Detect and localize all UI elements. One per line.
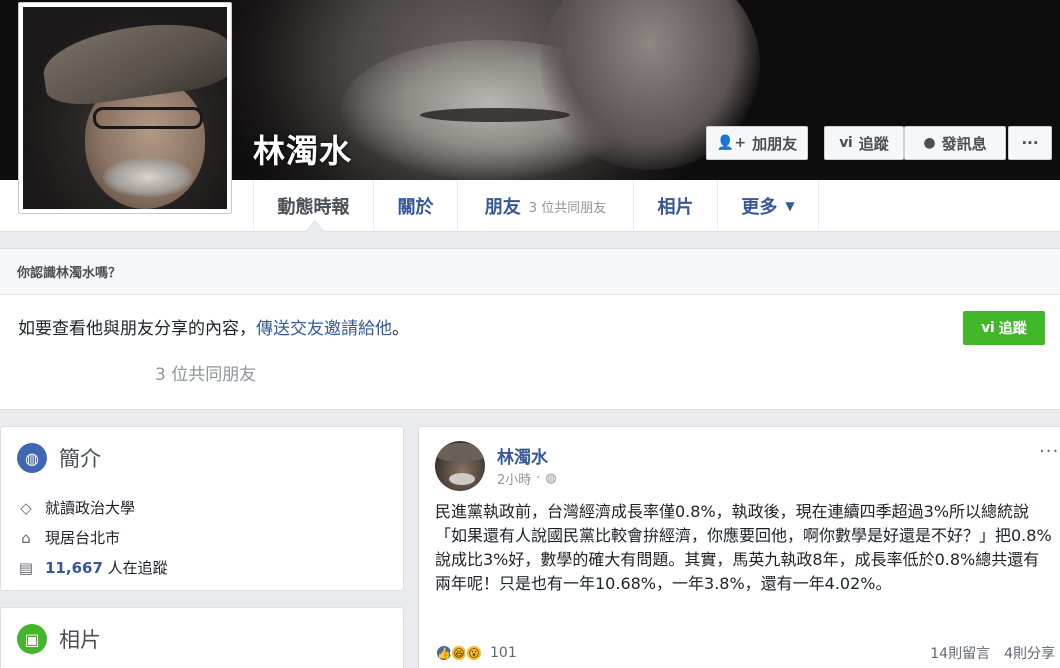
post-card: 林濁水 2小時 · ◍ ··· 民進黨執政前，台灣經濟成長率僅0.8%，執政後，… (418, 426, 1060, 668)
rss-card-icon: ▤ (18, 558, 34, 577)
know-person-box: 你認識林濁水嗎？ 如要查看他與朋友分享的內容，傳送交友邀請給他。 3 位共同朋友… (0, 248, 1060, 410)
photo-icon: ▣ (17, 624, 47, 654)
post-author-name[interactable]: 林濁水 (497, 443, 548, 468)
post-text: 民進黨執政前，台灣經濟成長率僅0.8%，執政後，現在連續四季超過3%所以總統說「… (435, 502, 1052, 593)
more-options-label: ··· (1021, 134, 1039, 152)
tab-more[interactable]: 更多 ▼ (717, 180, 819, 232)
tab-about[interactable]: 關於 (373, 180, 457, 232)
post-avatar-beard-shape (449, 473, 475, 485)
post-timestamp[interactable]: 2小時 (497, 469, 531, 488)
tab-photos-label: 相片 (657, 197, 694, 218)
globe-icon: ◍ (17, 443, 47, 473)
cover-mouth-shape (420, 108, 570, 122)
more-options-button[interactable]: ··· (1008, 126, 1052, 160)
reactions-count[interactable]: 101 (490, 645, 517, 661)
tab-friends-mutual: 3 位共同朋友 (528, 200, 607, 216)
post-avatar-hat-shape (437, 443, 485, 461)
avatar-beard-shape (103, 157, 193, 197)
intro-followers: ▤ 11,667 人在追蹤 (17, 557, 168, 578)
followers-count[interactable]: 11,667 (45, 559, 103, 577)
post-footer: 👍 😆 😮 101 14則留言 4則分享 (435, 639, 1055, 667)
friend-request-prompt: 如要查看他與朋友分享的內容，傳送交友邀請給他。 (18, 314, 409, 339)
person-plus-icon: 👤+ (716, 135, 747, 151)
avatar-hat-shape (39, 14, 227, 110)
residence-text[interactable]: 現居台北市 (45, 527, 120, 548)
add-friend-button[interactable]: 👤+ 加朋友 (706, 126, 808, 160)
mutual-friends-link[interactable]: 3 位共同朋友 (155, 360, 256, 385)
tab-more-label: 更多 (741, 197, 778, 218)
active-tab-marker (305, 220, 325, 232)
shares-count[interactable]: 4則分享 (1004, 643, 1055, 663)
message-button[interactable]: ● 發訊息 (904, 126, 1006, 160)
education-text[interactable]: 就讀政治大學 (45, 497, 135, 518)
intro-residence: ⌂ 現居台北市 (17, 527, 120, 548)
post-options-button[interactable]: ··· (1039, 441, 1059, 462)
rss-icon: ⅵ (839, 135, 853, 151)
dot-separator: · (536, 471, 541, 486)
photos-title[interactable]: ▣ 相片 (17, 624, 101, 654)
house-icon: ⌂ (21, 528, 31, 547)
photos-card: ▣ 相片 (0, 607, 404, 668)
profile-picture-image (23, 7, 227, 209)
intro-title-label: 簡介 (59, 447, 101, 471)
graduation-cap-icon: ◇ (20, 498, 32, 517)
tab-timeline-label: 動態時報 (277, 197, 350, 218)
tab-friends[interactable]: 朋友 3 位共同朋友 (457, 180, 633, 232)
intro-card: ◍ 簡介 ◇ 就讀政治大學 ⌂ 現居台北市 ▤ 11,667 人在追蹤 (0, 426, 404, 591)
caret-down-icon: ▼ (785, 199, 795, 213)
profile-picture[interactable] (18, 2, 232, 214)
comments-count[interactable]: 14則留言 (930, 643, 990, 663)
follow-green-label: 追蹤 (998, 321, 1027, 337)
messenger-icon: ● (923, 135, 936, 151)
know-person-title: 你認識林濁水嗎？ (0, 249, 1060, 295)
follow-label: 追蹤 (858, 134, 889, 153)
intro-title: ◍ 簡介 (17, 443, 101, 473)
avatar-glasses-shape (93, 107, 203, 129)
photos-title-label: 相片 (59, 628, 101, 652)
prompt-prefix: 如要查看他與朋友分享的內容， (18, 319, 256, 339)
profile-name[interactable]: 林濁水 (253, 126, 352, 172)
rss-icon: ⅵ (981, 320, 995, 336)
post-author-avatar[interactable] (435, 441, 485, 491)
tab-photos[interactable]: 相片 (633, 180, 717, 232)
send-friend-request-link[interactable]: 傳送交友邀請給他 (256, 319, 392, 339)
tab-about-label: 關於 (397, 197, 434, 218)
follow-green-button[interactable]: ⅵ 追蹤 (963, 311, 1045, 345)
message-label: 發訊息 (941, 134, 987, 153)
intro-education: ◇ 就讀政治大學 (17, 497, 135, 518)
post-meta: 2小時 · ◍ (497, 469, 557, 488)
globe-small-icon: ◍ (545, 471, 557, 486)
follow-button[interactable]: ⅵ 追蹤 (824, 126, 904, 160)
prompt-suffix: 。 (392, 319, 409, 339)
followers-label: 人在追蹤 (107, 559, 168, 577)
tab-friends-label: 朋友 (484, 197, 521, 218)
add-friend-label: 加朋友 (752, 134, 798, 153)
wow-reaction-icon[interactable]: 😮 (465, 644, 483, 662)
